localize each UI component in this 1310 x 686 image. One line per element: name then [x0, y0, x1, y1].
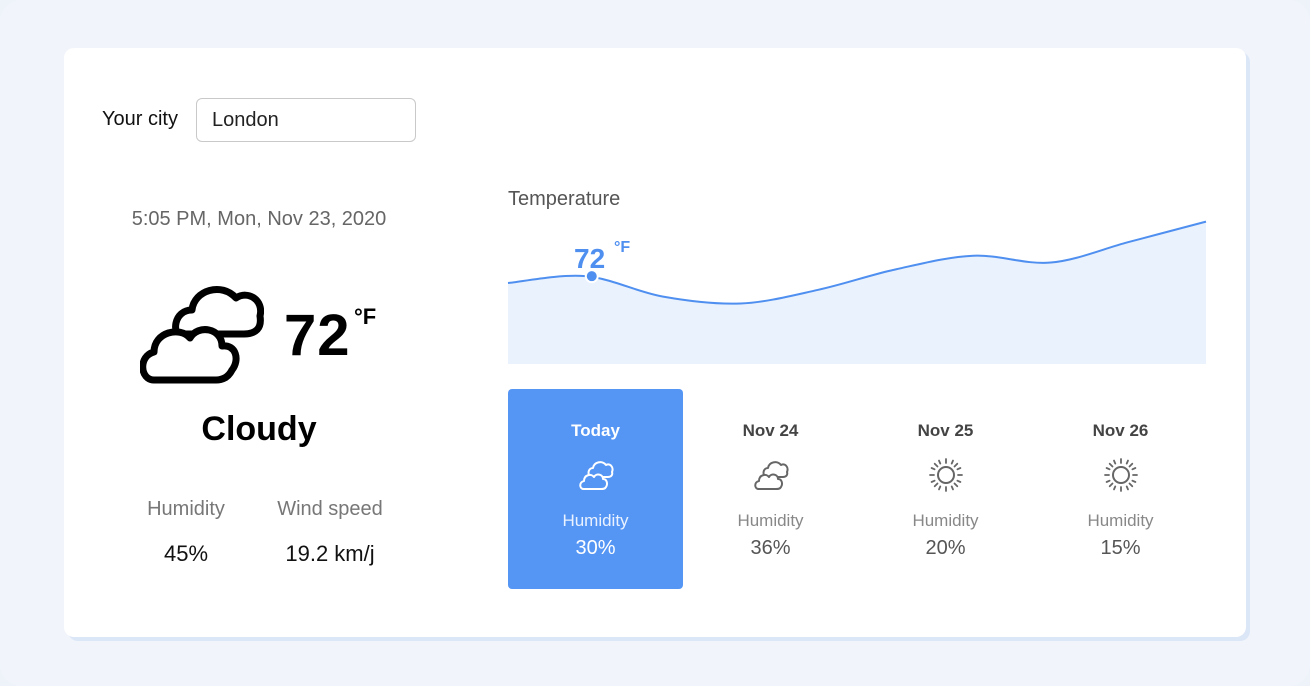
wind-speed-value: 19.2 km/j: [285, 541, 375, 566]
humidity-label: Humidity: [147, 498, 225, 520]
forecast-day-nov-24[interactable]: Nov 24 Humidity 36%: [683, 389, 858, 589]
sun-icon: [1104, 458, 1138, 492]
forecast-humidity-label: Humidity: [562, 511, 629, 530]
city-input[interactable]: [196, 98, 416, 142]
chart-highlight-unit: °F: [614, 239, 631, 256]
humidity-value: 45%: [163, 541, 209, 566]
forecast-humidity-label: Humidity: [912, 511, 979, 530]
cloudy-icon: [754, 461, 789, 490]
forecast-day-nov-26[interactable]: Nov 26 Humidity 15%: [1033, 389, 1208, 589]
wind-speed-label: Wind speed: [277, 498, 383, 520]
forecast-day-name: Nov 26: [1092, 421, 1149, 440]
forecast-day-nov-25[interactable]: Nov 25 Humidity 20%: [858, 389, 1033, 589]
forecast-day-name: Nov 24: [742, 421, 799, 440]
forecast-humidity-value: 20%: [925, 537, 966, 559]
page-background: Your city 5:05 PM, Mon, Nov 23, 2020 72 …: [0, 0, 1310, 686]
cloudy-icon: [579, 461, 614, 490]
forecast-day-today[interactable]: Today Humidity 30%: [508, 389, 683, 589]
cloudy-icon: [140, 286, 264, 384]
weather-card: Your city 5:05 PM, Mon, Nov 23, 2020 72 …: [64, 48, 1246, 637]
forecast-humidity-label: Humidity: [1087, 511, 1154, 530]
city-label: Your city: [102, 108, 178, 130]
chart-title: Temperature: [508, 188, 621, 210]
forecast-humidity-value: 15%: [1100, 537, 1141, 559]
current-datetime: 5:05 PM, Mon, Nov 23, 2020: [131, 208, 387, 230]
temperature-area: [508, 221, 1206, 364]
current-temperature: 72: [284, 303, 351, 368]
chart-highlight-value: 72: [574, 243, 606, 274]
current-temperature-unit: °F: [354, 304, 377, 329]
forecast-day-name: Today: [571, 421, 620, 440]
forecast-humidity-value: 36%: [750, 537, 791, 559]
forecast-humidity-label: Humidity: [737, 511, 804, 530]
sun-icon: [929, 458, 963, 492]
forecast-humidity-value: 30%: [575, 537, 616, 559]
forecast-day-name: Nov 25: [917, 421, 974, 440]
current-condition: Cloudy: [201, 410, 317, 448]
temperature-chart: [507, 220, 1207, 364]
